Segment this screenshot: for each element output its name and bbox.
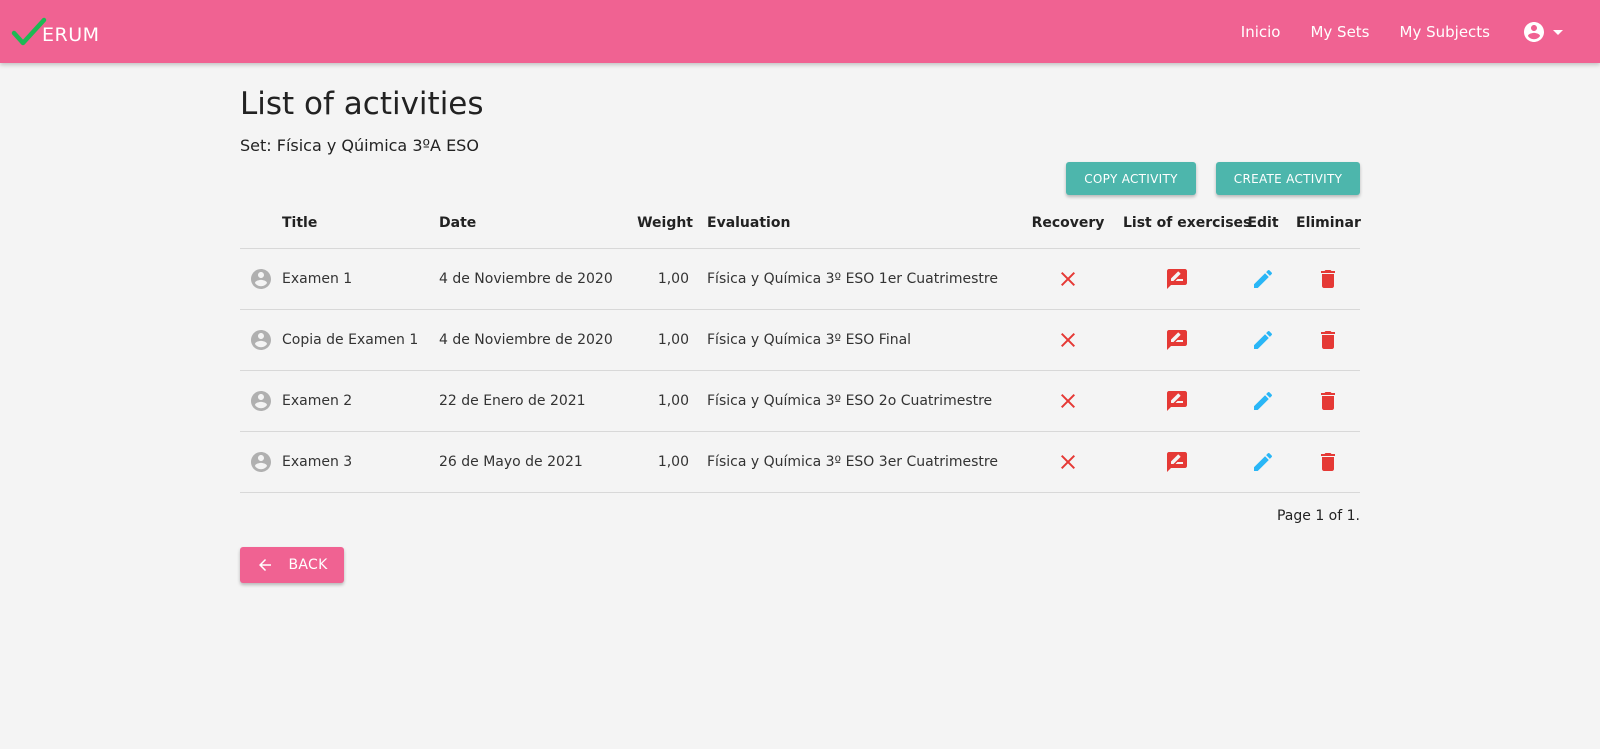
account-circle-icon xyxy=(249,267,273,291)
cell-weight: 1,00 xyxy=(624,431,703,493)
table-row: Copia de Examen 1 4 de Noviembre de 2020… xyxy=(240,309,1360,371)
account-circle-icon xyxy=(249,328,273,352)
pagination-text: Page 1 of 1. xyxy=(1276,508,1360,524)
cell-evaluation: Física y Química 3º ESO 2o Cuatrimestre xyxy=(703,370,1013,432)
pencil-icon[interactable] xyxy=(1251,328,1275,352)
rate-review-icon[interactable] xyxy=(1165,389,1189,413)
close-icon xyxy=(1056,450,1080,474)
page-title: List of activities xyxy=(240,86,484,122)
account-circle-icon xyxy=(249,389,273,413)
cell-edit xyxy=(1230,431,1296,493)
pencil-icon[interactable] xyxy=(1251,389,1275,413)
header-title: Title xyxy=(282,198,439,249)
close-icon xyxy=(1056,328,1080,352)
account-circle-icon xyxy=(249,450,273,474)
table-row: Examen 1 4 de Noviembre de 2020 1,00 Fís… xyxy=(240,248,1360,310)
back-button-label: BACK xyxy=(288,557,328,573)
trash-icon[interactable] xyxy=(1316,389,1340,413)
cell-edit xyxy=(1230,370,1296,432)
nav-link-my-subjects[interactable]: My Subjects xyxy=(1400,23,1490,41)
cell-weight: 1,00 xyxy=(624,248,703,310)
cell-evaluation: Física y Química 3º ESO 1er Cuatrimestre xyxy=(703,248,1013,310)
header-delete: Eliminar xyxy=(1296,198,1361,249)
cell-exercises xyxy=(1123,370,1230,432)
nav-link-inicio[interactable]: Inicio xyxy=(1241,23,1281,41)
brand-name: ERUM xyxy=(42,24,100,46)
pencil-icon[interactable] xyxy=(1251,450,1275,474)
header-avatar xyxy=(240,198,282,249)
back-button[interactable]: BACK xyxy=(240,547,344,583)
header-recovery: Recovery xyxy=(1013,198,1123,249)
header-evaluation: Evaluation xyxy=(703,198,1013,249)
row-avatar-cell xyxy=(240,431,282,493)
cell-exercises xyxy=(1123,309,1230,371)
set-subtitle: Set: Física y Qúimica 3ºA ESO xyxy=(240,136,479,155)
cell-weight: 1,00 xyxy=(624,370,703,432)
trash-icon[interactable] xyxy=(1316,267,1340,291)
cell-edit xyxy=(1230,309,1296,371)
header-exercises: List of exercises xyxy=(1123,198,1251,249)
brand-logo[interactable]: ERUM xyxy=(10,14,100,48)
cell-title: Examen 3 xyxy=(282,431,439,493)
account-circle-icon xyxy=(1524,21,1544,42)
copy-activity-button[interactable]: COPY ACTIVITY xyxy=(1066,162,1196,195)
trash-icon[interactable] xyxy=(1316,450,1340,474)
caret-down-icon xyxy=(1553,29,1563,35)
arrow-left-icon xyxy=(259,559,272,571)
row-avatar-cell xyxy=(240,370,282,432)
cell-delete xyxy=(1296,370,1360,432)
cell-recovery xyxy=(1013,248,1123,310)
cell-title: Examen 2 xyxy=(282,370,439,432)
cell-edit xyxy=(1230,248,1296,310)
header-date: Date xyxy=(439,198,624,249)
close-icon xyxy=(1056,389,1080,413)
top-navbar: ERUM Inicio My Sets My Subjects xyxy=(0,0,1600,63)
cell-delete xyxy=(1296,309,1360,371)
trash-icon[interactable] xyxy=(1316,328,1340,352)
close-icon xyxy=(1056,267,1080,291)
cell-date: 22 de Enero de 2021 xyxy=(439,370,624,432)
cell-recovery xyxy=(1013,370,1123,432)
cell-evaluation: Física y Química 3º ESO Final xyxy=(703,309,1013,371)
cell-date: 4 de Noviembre de 2020 xyxy=(439,248,624,310)
rate-review-icon[interactable] xyxy=(1165,328,1189,352)
create-activity-button[interactable]: CREATE ACTIVITY xyxy=(1216,162,1360,195)
cell-evaluation: Física y Química 3º ESO 3er Cuatrimestre xyxy=(703,431,1013,493)
rate-review-icon[interactable] xyxy=(1165,267,1189,291)
rate-review-icon[interactable] xyxy=(1165,450,1189,474)
cell-delete xyxy=(1296,431,1360,493)
table-row: Examen 3 26 de Mayo de 2021 1,00 Física … xyxy=(240,431,1360,493)
table-header-row: Title Date Weight Evaluation Recovery Li… xyxy=(240,198,1361,249)
cell-delete xyxy=(1296,248,1360,310)
cell-recovery xyxy=(1013,309,1123,371)
nav-links: Inicio My Sets My Subjects xyxy=(1241,0,1600,63)
cell-recovery xyxy=(1013,431,1123,493)
pencil-icon[interactable] xyxy=(1251,267,1275,291)
account-menu-button[interactable] xyxy=(1522,20,1570,44)
activities-table: Title Date Weight Evaluation Recovery Li… xyxy=(240,198,1361,493)
header-weight: Weight xyxy=(624,198,703,249)
nav-link-my-sets[interactable]: My Sets xyxy=(1310,23,1369,41)
cell-title: Examen 1 xyxy=(282,248,439,310)
cell-weight: 1,00 xyxy=(624,309,703,371)
row-avatar-cell xyxy=(240,248,282,310)
table-row: Examen 2 22 de Enero de 2021 1,00 Física… xyxy=(240,370,1360,432)
cell-title: Copia de Examen 1 xyxy=(282,309,439,371)
cell-exercises xyxy=(1123,248,1230,310)
cell-date: 4 de Noviembre de 2020 xyxy=(439,309,624,371)
cell-exercises xyxy=(1123,431,1230,493)
row-avatar-cell xyxy=(240,309,282,371)
cell-date: 26 de Mayo de 2021 xyxy=(439,431,624,493)
